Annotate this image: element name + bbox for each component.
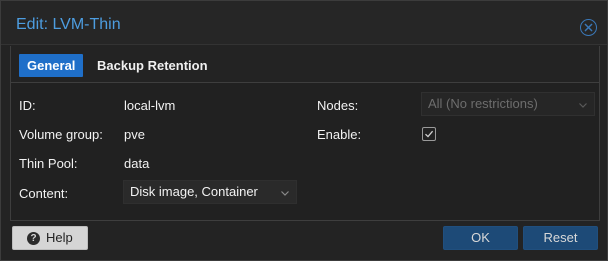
enable-label: Enable: bbox=[317, 127, 362, 142]
reset-button-label: Reset bbox=[543, 230, 578, 245]
thin-pool-value: data bbox=[124, 156, 150, 171]
chevron-down-icon bbox=[281, 191, 289, 196]
thin-pool-label: Thin Pool: bbox=[19, 156, 78, 171]
volume-group-label: Volume group: bbox=[19, 127, 103, 142]
ok-button[interactable]: OK bbox=[443, 226, 518, 250]
dialog-footer: ? Help OK Reset bbox=[1, 221, 607, 260]
edit-storage-dialog: Edit: LVM-Thin General Backup Retention … bbox=[0, 0, 608, 261]
tab-panel: General Backup Retention ID: local-lvm V… bbox=[10, 46, 600, 221]
tab-backup-retention[interactable]: Backup Retention bbox=[89, 54, 216, 77]
dialog-titlebar: Edit: LVM-Thin bbox=[1, 1, 607, 45]
tab-bar: General Backup Retention bbox=[11, 46, 599, 83]
nodes-select-value: All (No restrictions) bbox=[428, 96, 538, 111]
volume-group-value: pve bbox=[124, 127, 145, 142]
reset-button[interactable]: Reset bbox=[523, 226, 598, 250]
help-icon: ? bbox=[27, 232, 40, 245]
help-button-label: Help bbox=[46, 230, 73, 245]
close-button[interactable] bbox=[580, 19, 597, 36]
tab-general[interactable]: General bbox=[19, 54, 84, 77]
id-value: local-lvm bbox=[124, 98, 176, 113]
nodes-label: Nodes: bbox=[317, 98, 359, 113]
dialog-title: Edit: LVM-Thin bbox=[16, 16, 121, 33]
id-label: ID: bbox=[19, 98, 36, 113]
help-button[interactable]: ? Help bbox=[12, 226, 88, 250]
content-select[interactable]: Disk image, Container bbox=[123, 180, 297, 204]
ok-button-label: OK bbox=[471, 230, 490, 245]
content-select-value: Disk image, Container bbox=[130, 184, 258, 199]
content-label: Content: bbox=[19, 186, 69, 201]
nodes-select[interactable]: All (No restrictions) bbox=[421, 92, 595, 116]
close-icon bbox=[584, 23, 593, 32]
chevron-down-icon bbox=[579, 103, 587, 108]
checkmark-icon bbox=[425, 130, 434, 138]
enable-checkbox[interactable] bbox=[422, 127, 436, 141]
